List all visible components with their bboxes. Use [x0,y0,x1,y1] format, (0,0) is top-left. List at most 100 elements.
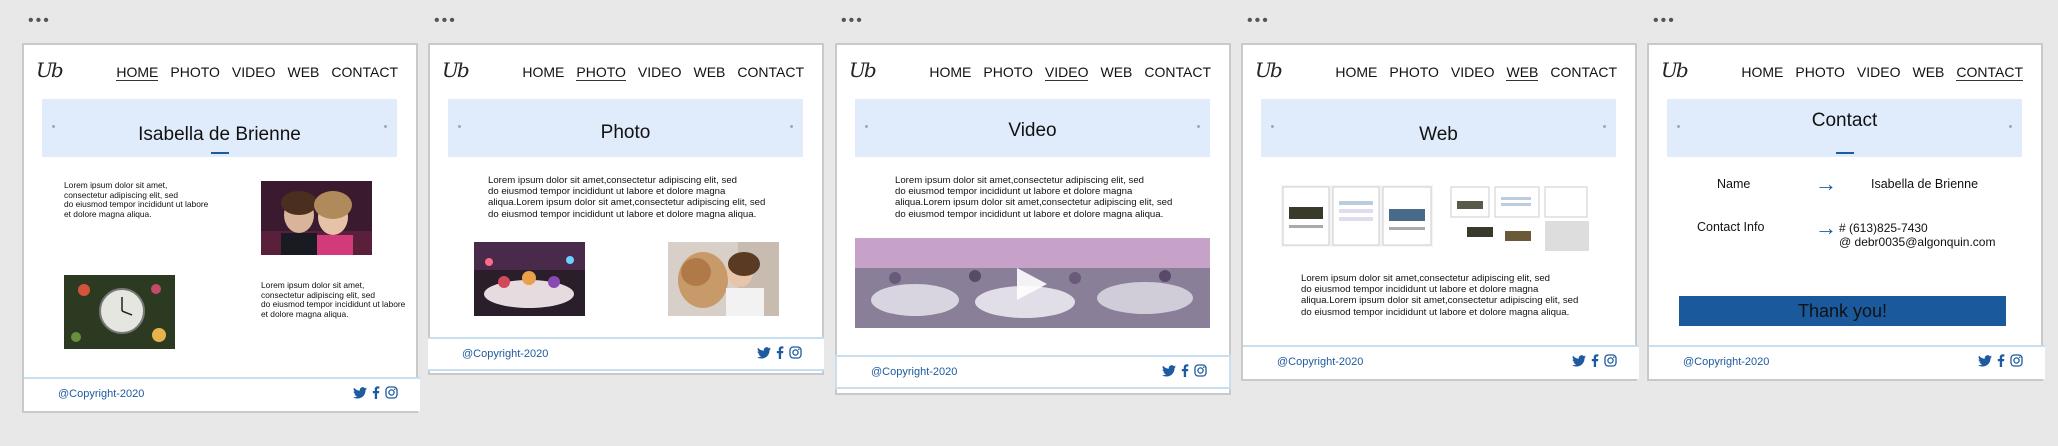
nav-home[interactable]: HOME [1335,64,1377,81]
nav-menu: HOME PHOTO VIDEO WEB CONTACT [1335,64,1617,81]
page-frame-video: Ub HOME PHOTO VIDEO WEB CONTACT Video Lo… [835,43,1231,395]
copyright: @Copyright-2020 [58,388,145,400]
video-player[interactable] [855,238,1210,328]
nav-photo[interactable]: PHOTO [1795,64,1845,81]
website-mockup-1 [1281,185,1433,247]
nav-contact[interactable]: CONTACT [737,64,804,81]
thank-you-button[interactable]: Thank you! [1679,296,2006,326]
navbar: Ub HOME PHOTO VIDEO WEB CONTACT [1243,58,1635,85]
hero-banner: Contact [1667,99,2022,157]
name-value: Isabella de Brienne [1871,177,1979,191]
board-menu-icon[interactable]: ••• [1247,13,1270,29]
arrow-right-icon: → [1815,215,1837,240]
facebook-icon[interactable] [1181,364,1189,377]
nav-home[interactable]: HOME [116,64,159,81]
arrow-right-icon: → [1815,171,1837,196]
footer: @Copyright-2020 [1649,345,2045,379]
nav-web[interactable]: WEB [287,64,319,81]
nav-contact[interactable]: CONTACT [1956,64,2023,81]
hero-banner: Isabella de Brienne [42,99,397,157]
secondary-paragraph: Lorem ipsum dolor sit amet, consectetur … [261,280,406,319]
footer: @Copyright-2020 [835,355,1231,389]
board-menu-icon[interactable]: ••• [841,13,864,29]
logo[interactable]: Ub [442,58,470,82]
name-label: Name [1717,177,1751,191]
twitter-icon[interactable] [1978,354,1992,367]
social-links [757,346,802,359]
nav-video[interactable]: VIDEO [1044,64,1089,81]
nav-video[interactable]: VIDEO [232,64,276,81]
facebook-icon[interactable] [1591,354,1599,367]
nav-home[interactable]: HOME [1741,64,1783,81]
nav-video[interactable]: VIDEO [1451,64,1495,81]
facebook-icon[interactable] [776,346,784,359]
copyright: @Copyright-2020 [1683,356,1770,368]
social-links [1978,354,2023,367]
nav-photo[interactable]: PHOTO [170,64,220,81]
logo[interactable]: Ub [1661,58,1689,82]
navbar: Ub HOME PHOTO VIDEO WEB CONTACT [837,58,1229,85]
instagram-icon[interactable] [385,386,398,399]
page-title: Isabella de Brienne [138,124,301,145]
social-links [1162,364,1207,377]
instagram-icon[interactable] [2010,354,2023,367]
twitter-icon[interactable] [757,346,771,359]
copyright: @Copyright-2020 [871,366,958,378]
page-title: Video [1008,120,1057,141]
photo-clock [64,275,175,349]
nav-home[interactable]: HOME [522,64,564,81]
hero-banner: Video [855,99,1210,157]
facebook-icon[interactable] [372,386,380,399]
navbar: Ub HOME PHOTO VIDEO WEB CONTACT [430,58,822,85]
instagram-icon[interactable] [1604,354,1617,367]
logo[interactable]: Ub [1255,58,1283,82]
nav-contact[interactable]: CONTACT [331,64,398,81]
logo[interactable]: Ub [36,58,64,82]
nav-web[interactable]: WEB [1506,64,1539,81]
page-frame-contact: Ub HOME PHOTO VIDEO WEB CONTACT Contact … [1647,43,2045,381]
nav-video[interactable]: VIDEO [638,64,682,81]
photo-event-table [474,242,585,316]
website-mockup-2 [1449,185,1589,251]
twitter-icon[interactable] [1162,364,1176,377]
footer: @Copyright-2020 [24,377,420,411]
intro-paragraph: Lorem ipsum dolor sit amet,consectetur a… [488,175,766,220]
nav-menu: HOME PHOTO VIDEO WEB CONTACT [929,64,1211,81]
nav-web[interactable]: WEB [693,64,725,81]
contact-info-label: Contact Info [1697,220,1765,234]
nav-web[interactable]: WEB [1912,64,1944,81]
page-title: Web [1419,124,1458,145]
footer: @Copyright-2020 [428,337,824,371]
nav-web[interactable]: WEB [1100,64,1132,81]
logo[interactable]: Ub [849,58,877,82]
nav-photo[interactable]: PHOTO [576,64,626,81]
intro-paragraph: Lorem ipsum dolor sit amet,consectetur a… [1301,273,1579,318]
board-menu-icon[interactable]: ••• [28,13,51,29]
twitter-icon[interactable] [353,386,367,399]
nav-contact[interactable]: CONTACT [1144,64,1211,81]
instagram-icon[interactable] [789,346,802,359]
twitter-icon[interactable] [1572,354,1586,367]
intro-paragraph: Lorem ipsum dolor sit amet,consectetur a… [895,175,1173,220]
nav-photo[interactable]: PHOTO [1389,64,1439,81]
nav-video[interactable]: VIDEO [1857,64,1901,81]
nav-menu: HOME PHOTO VIDEO WEB CONTACT [522,64,804,81]
photo-two-girls [261,181,372,255]
social-links [353,386,398,399]
instagram-icon[interactable] [1194,364,1207,377]
nav-contact[interactable]: CONTACT [1550,64,1617,81]
title-underline [210,152,229,154]
nav-photo[interactable]: PHOTO [983,64,1033,81]
phone-value: # (613)825-7430 [1839,221,1928,235]
photo-girl-dog [668,242,779,316]
page-frame-home: Ub HOME PHOTO VIDEO WEB CONTACT Isabella… [22,43,420,413]
footer: @Copyright-2020 [1243,345,1639,379]
board-menu-icon[interactable]: ••• [434,13,457,29]
board-menu-icon[interactable]: ••• [1653,13,1676,29]
page-title: Contact [1811,110,1878,131]
page-frame-web: Ub HOME PHOTO VIDEO WEB CONTACT Web Lore… [1241,43,1639,381]
nav-menu: HOME PHOTO VIDEO WEB CONTACT [116,64,398,81]
nav-home[interactable]: HOME [929,64,971,81]
nav-menu: HOME PHOTO VIDEO WEB CONTACT [1741,64,2023,81]
facebook-icon[interactable] [1997,354,2005,367]
